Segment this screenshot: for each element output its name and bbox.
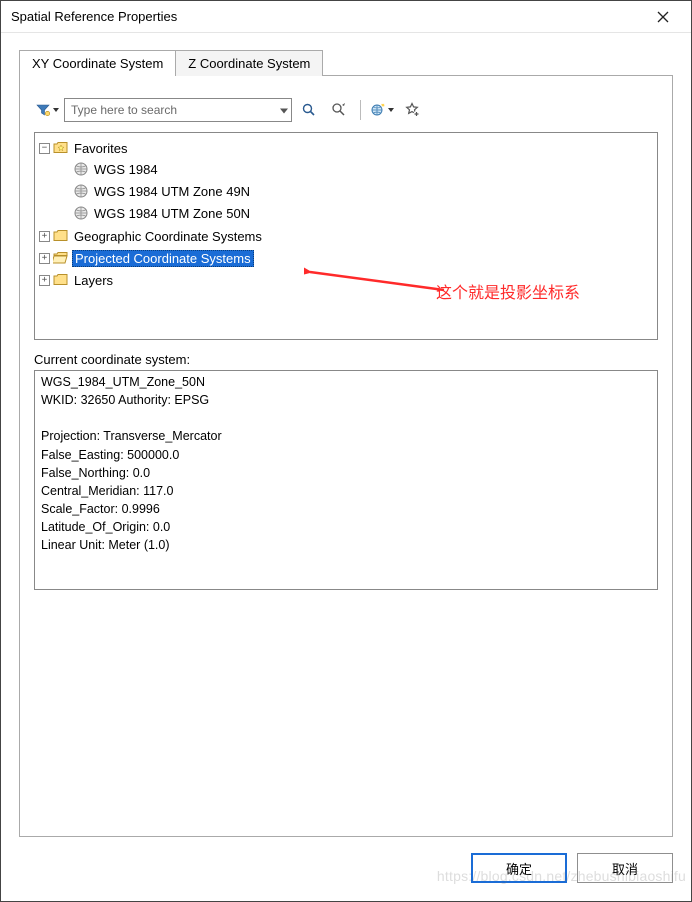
dialog-button-row: 确定 取消 [1,847,691,901]
tree-node-favorites[interactable]: − Favorites [39,138,655,158]
tree-node-crs[interactable]: WGS 1984 [57,159,655,179]
favorites-folder-icon [53,140,69,156]
search-field-wrap [64,98,292,122]
tree-node-pcs[interactable]: + Projected Coordinate Systems [39,248,655,268]
tree-label-selected: Projected Coordinate Systems [72,250,254,267]
tree-node-crs[interactable]: WGS 1984 UTM Zone 49N [57,181,655,201]
tree-node-gcs[interactable]: + Geographic Coordinate Systems [39,226,655,246]
locate-icon [331,102,347,118]
folder-open-icon [53,250,69,266]
tree-node-crs[interactable]: WGS 1984 UTM Zone 50N [57,203,655,223]
expander-plus-icon[interactable]: + [39,275,50,286]
titlebar: Spatial Reference Properties [1,1,691,33]
tree-label: Geographic Coordinate Systems [72,229,264,244]
ok-button[interactable]: 确定 [471,853,567,883]
tab-z-coordinate-system[interactable]: Z Coordinate System [175,50,323,76]
tree-label: WGS 1984 UTM Zone 49N [92,184,252,199]
expander-plus-icon[interactable]: + [39,253,50,264]
annotation-text: 这个就是投影坐标系 [436,279,580,303]
current-crs-label: Current coordinate system: [34,352,658,367]
globe-icon [73,183,89,199]
new-crs-button[interactable] [369,98,395,122]
current-crs-textbox[interactable]: WGS_1984_UTM_Zone_50N WKID: 32650 Author… [34,370,658,590]
search-input[interactable] [64,98,292,122]
expander-minus-icon[interactable]: − [39,143,50,154]
tree-label: Layers [72,273,115,288]
cancel-button[interactable]: 取消 [577,853,673,883]
search-button[interactable] [296,98,322,122]
crs-tree[interactable]: − Favorites [34,132,658,340]
globe-new-icon [370,102,386,118]
toolbar-separator [360,100,361,120]
dialog-window: Spatial Reference Properties XY Coordina… [0,0,692,902]
magnifier-icon [301,102,317,118]
tree-label: Favorites [72,141,129,156]
close-icon [657,11,669,23]
tab-xy-coordinate-system[interactable]: XY Coordinate System [19,50,176,76]
tree-label: WGS 1984 [92,162,160,177]
expander-plus-icon[interactable]: + [39,231,50,242]
globe-icon [73,161,89,177]
filter-icon [35,102,51,118]
folder-icon [53,272,69,288]
tab-panel-xy: − Favorites [19,75,673,837]
close-button[interactable] [643,3,683,31]
tabstrip: XY Coordinate System Z Coordinate System [19,47,673,75]
globe-icon [73,205,89,221]
filter-button[interactable] [34,98,60,122]
toolbar [34,98,658,122]
add-favorite-button[interactable] [399,98,425,122]
tree-label: WGS 1984 UTM Zone 50N [92,206,252,221]
chevron-down-icon [388,108,394,112]
folder-icon [53,228,69,244]
window-title: Spatial Reference Properties [11,9,643,24]
content-area: XY Coordinate System Z Coordinate System [1,33,691,847]
locate-button[interactable] [326,98,352,122]
star-add-icon [404,102,420,118]
chevron-down-icon [53,108,59,112]
